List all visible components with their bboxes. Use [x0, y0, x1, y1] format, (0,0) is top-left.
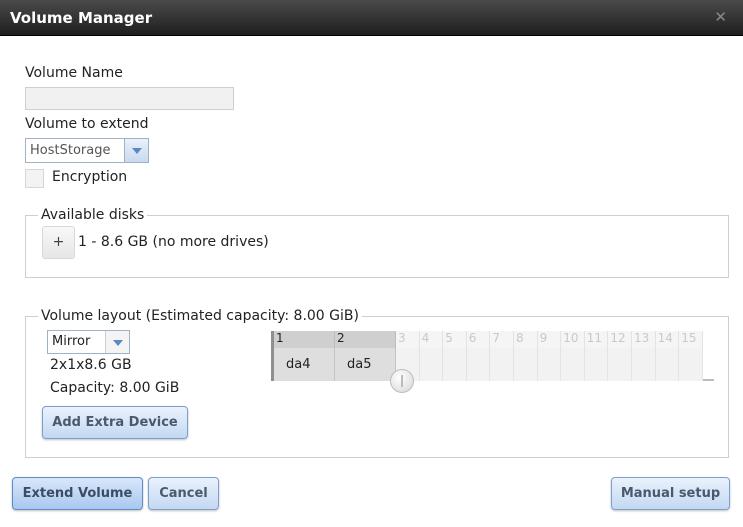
chevron-down-icon[interactable] [124, 139, 148, 162]
layout-config: 2x1x8.6 GB [50, 357, 132, 373]
grid-cell [514, 348, 538, 381]
grid-column-header: 14 [655, 331, 680, 348]
grid-column-header: 2 [335, 331, 396, 348]
dialog-title: Volume Manager [10, 9, 153, 27]
grid-cell [419, 348, 444, 381]
layout-type-value: Mirror [52, 334, 91, 349]
disk-label: da5 [347, 357, 372, 372]
manual-setup-button[interactable]: Manual setup [611, 477, 730, 510]
volume-layout-legend: Volume layout (Estimated capacity: 8.00 … [41, 308, 359, 324]
grid-column-header: 7 [490, 331, 514, 348]
available-disks-legend: Available disks [41, 207, 145, 223]
grid-column-header: 11 [584, 331, 609, 348]
grid-cell [679, 348, 703, 381]
add-disk-button[interactable]: + [42, 226, 75, 259]
disk-layout-grid[interactable]: 1 da4 2 da5 3 4 5 6 7 8 9 10 11 12 13 14 15 [271, 331, 714, 381]
grid-column-header: 13 [632, 331, 656, 348]
volume-name-input[interactable] [25, 87, 234, 110]
available-disks-summary: 1 - 8.6 GB (no more drives) [78, 234, 269, 250]
grid-cell [443, 348, 467, 381]
grid-cell[interactable]: da4 [274, 348, 335, 381]
encryption-checkbox[interactable] [25, 169, 44, 188]
volume-to-extend-select[interactable]: HostStorage [25, 138, 149, 163]
encryption-label: Encryption [52, 169, 128, 185]
grid-column-header: 5 [443, 331, 467, 348]
grid-column-header: 1 [274, 331, 335, 348]
grid-column-header: 3 [396, 331, 420, 348]
grid-cell [490, 348, 514, 381]
grid-column-header: 6 [466, 331, 491, 348]
chevron-down-icon[interactable] [105, 331, 129, 353]
close-icon[interactable]: ✕ [714, 8, 727, 26]
grid-column-header: 4 [419, 331, 444, 348]
grid-column-header: 10 [561, 331, 585, 348]
layout-type-select[interactable]: Mirror [47, 330, 130, 354]
volume-name-label: Volume Name [25, 65, 123, 81]
disk-label: da4 [286, 357, 311, 372]
volume-to-extend-value: HostStorage [30, 143, 111, 158]
grid-cell [561, 348, 585, 381]
grid-cell [632, 348, 656, 381]
grid-column-header: 9 [537, 331, 562, 348]
dialog-titlebar: Volume Manager ✕ [0, 0, 743, 36]
cancel-button[interactable]: Cancel [148, 477, 219, 510]
layout-capacity: Capacity: 8.00 GiB [50, 380, 180, 396]
add-extra-device-button[interactable]: Add Extra Device [42, 406, 188, 439]
resize-handle[interactable] [390, 369, 414, 393]
grid-cell [537, 348, 562, 381]
grid-cell [655, 348, 680, 381]
volume-to-extend-label: Volume to extend [25, 116, 149, 132]
extend-volume-button[interactable]: Extend Volume [12, 477, 143, 510]
grid-column-header: 15 [679, 331, 703, 348]
grid-cell[interactable]: da5 [335, 348, 396, 381]
grid-column-header: 8 [514, 331, 538, 348]
grid-column-header: 12 [608, 331, 632, 348]
grid-cell [466, 348, 491, 381]
grid-cell [608, 348, 632, 381]
grid-cell [584, 348, 609, 381]
